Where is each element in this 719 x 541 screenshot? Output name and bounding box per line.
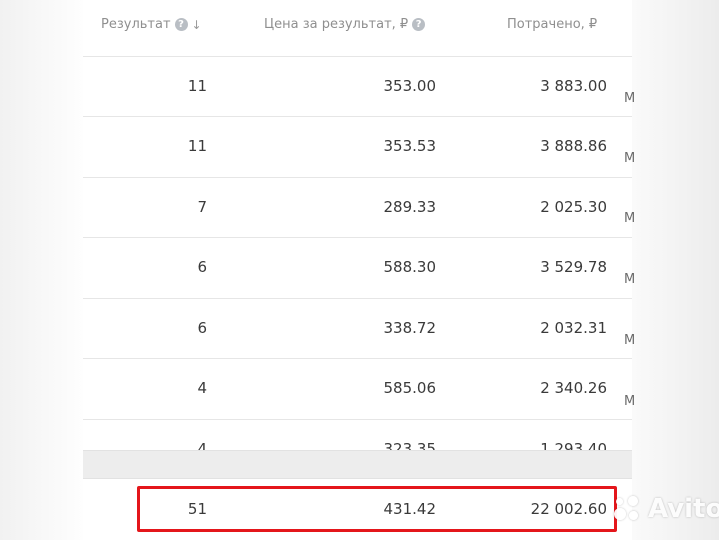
cell-result: 6 (197, 258, 207, 276)
table-row[interactable]: 11 353.53 3 888.86 (83, 116, 632, 177)
table-row[interactable]: 11 353.00 3 883.00 (83, 56, 632, 117)
table-total-row: 51 431.42 22 002.60 (83, 478, 632, 541)
table-row[interactable]: 6 338.72 2 032.31 (83, 298, 632, 359)
cell-price: 289.33 (383, 198, 437, 216)
truncated-column-text: M (624, 91, 636, 106)
cell-spent: 3 888.86 (540, 137, 607, 155)
cell-price: 353.53 (383, 137, 437, 155)
right-background-edge (632, 0, 719, 540)
avito-logo-icon (612, 494, 642, 524)
help-icon[interactable]: ? (174, 18, 188, 31)
table-section-divider (83, 450, 632, 479)
cell-spent: 1 293.40 (540, 440, 607, 450)
truncated-column-text: M (624, 272, 636, 287)
cell-spent: 2 025.30 (540, 198, 607, 216)
cell-spent: 2 032.31 (540, 319, 607, 337)
cell-price: 353.00 (383, 77, 437, 95)
sort-desc-icon[interactable]: ↓ (192, 18, 202, 32)
cell-spent: 2 340.26 (540, 379, 607, 397)
cell-result: 11 (187, 77, 207, 95)
avito-watermark-text: Avito (648, 494, 719, 524)
truncated-column-text: M (624, 151, 636, 166)
left-background-edge (0, 0, 90, 540)
column-header-price-per-result[interactable]: Цена за результат, ₽ ? (264, 17, 426, 32)
help-icon[interactable]: ? (412, 18, 426, 31)
table-row[interactable]: 4 585.06 2 340.26 (83, 358, 632, 419)
cell-spent: 3 529.78 (540, 258, 607, 276)
truncated-column-text: M (624, 211, 636, 226)
total-spent: 22 002.60 (530, 500, 607, 518)
cell-price: 588.30 (383, 258, 437, 276)
cell-price: 338.72 (383, 319, 437, 337)
cell-price: 585.06 (383, 379, 437, 397)
table-row[interactable]: 7 289.33 2 025.30 (83, 177, 632, 238)
table-row[interactable]: 6 588.30 3 529.78 (83, 237, 632, 298)
results-table: Результат ? ↓ Цена за результат, ₽ ? Пот… (83, 0, 632, 541)
truncated-column-text: M (624, 333, 636, 348)
cell-result: 4 (197, 440, 207, 450)
cell-result: 6 (197, 319, 207, 337)
cell-result: 11 (187, 137, 207, 155)
column-header-spent[interactable]: Потрачено, ₽ (507, 17, 597, 32)
table-header: Результат ? ↓ Цена за результат, ₽ ? Пот… (83, 0, 632, 56)
cell-result: 7 (197, 198, 207, 216)
avito-watermark: Avito (612, 494, 719, 524)
truncated-column-text: M (624, 394, 636, 409)
column-header-result[interactable]: Результат ? ↓ (101, 17, 202, 32)
cell-result: 4 (197, 379, 207, 397)
total-result: 51 (187, 500, 207, 518)
cell-price: 323.35 (383, 440, 437, 450)
table-row[interactable]: 4 323.35 1 293.40 (83, 419, 632, 450)
total-price: 431.42 (383, 500, 437, 518)
cell-spent: 3 883.00 (540, 77, 607, 95)
